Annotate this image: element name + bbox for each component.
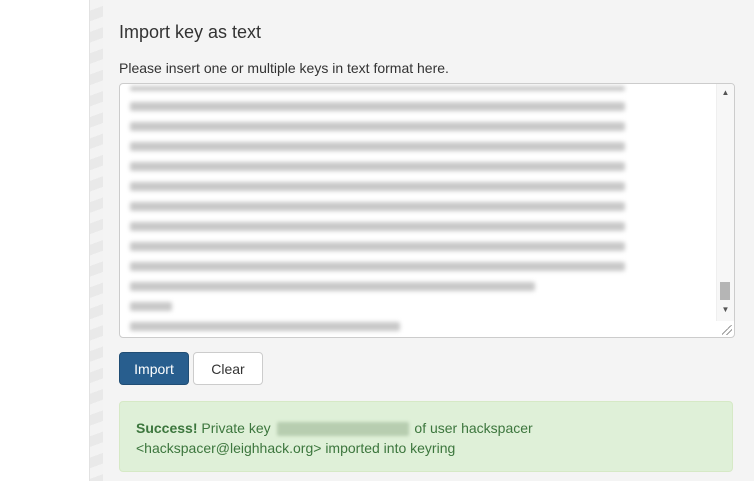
- alert-text-line2: <hackspacer@leighhack.org> imported into…: [136, 440, 456, 456]
- instruction-label: Please insert one or multiple keys in te…: [119, 60, 449, 76]
- redacted-key-text: [130, 84, 630, 331]
- decorative-border: [89, 0, 104, 481]
- alert-text-after-key: of user hackspacer: [410, 420, 533, 436]
- resize-grip-icon[interactable]: [722, 325, 732, 335]
- success-alert: Success! Private key of user hackspacer …: [119, 401, 733, 472]
- page-title: Import key as text: [119, 22, 262, 42]
- scroll-thumb[interactable]: [720, 282, 730, 300]
- alert-strong: Success!: [136, 420, 198, 436]
- key-textarea[interactable]: ▲ ▼: [119, 83, 735, 338]
- redacted-key-id: [276, 422, 409, 437]
- scroll-up-icon[interactable]: ▲: [717, 86, 734, 100]
- clear-button[interactable]: Clear: [193, 352, 263, 385]
- left-blank-area: [0, 0, 89, 481]
- import-button[interactable]: Import: [119, 352, 189, 385]
- textarea-scrollbar[interactable]: ▲ ▼: [716, 84, 734, 321]
- alert-text-before-key: Private key: [197, 420, 275, 436]
- import-panel: Import key as text Please insert one or …: [103, 0, 754, 481]
- scroll-down-icon[interactable]: ▼: [717, 303, 734, 317]
